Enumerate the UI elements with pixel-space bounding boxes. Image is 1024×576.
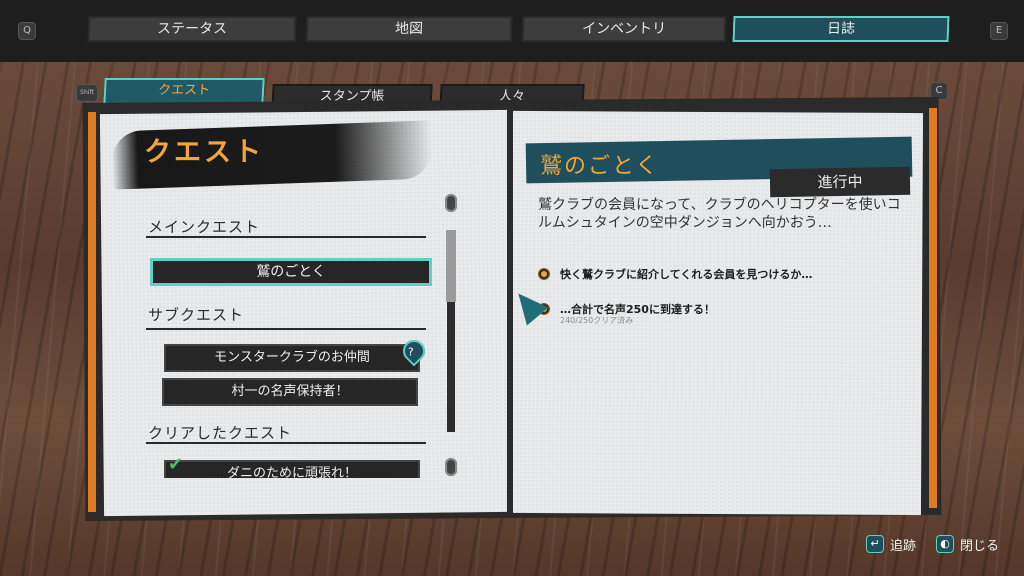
bookmark-right (929, 108, 937, 508)
checkmark-icon: ✔ (168, 454, 184, 475)
status-badge: 進行中 (769, 166, 911, 198)
cleared-quest-heading: クリアしたクエスト (148, 424, 293, 442)
page-title: クエスト (144, 137, 264, 168)
tab-journal[interactable]: 日誌 (732, 16, 950, 42)
track-hint[interactable]: ↵ 追跡 (866, 533, 916, 555)
quest-title: 鷲のごとく (540, 154, 660, 179)
tab-map[interactable]: 地図 (305, 16, 513, 42)
objective-progress: 240/250クリア済み (560, 316, 634, 325)
sub-quest-heading: サブクエスト (148, 306, 245, 324)
tab-inventory[interactable]: インベントリ (521, 16, 727, 42)
quest-item-sub[interactable]: モンスタークラブのお仲間 (164, 344, 420, 372)
quest-item-sub[interactable]: 村一の名声保持者！ (162, 378, 418, 406)
divider (146, 236, 426, 238)
close-label: 閉じる (960, 538, 1000, 554)
main-quest-heading: メインクエスト (148, 218, 261, 236)
top-nav-bar: Q ステータス 地図 インベントリ 日誌 E (0, 0, 1024, 62)
book-spine (507, 108, 513, 514)
scrollbar-thumb[interactable] (446, 230, 456, 302)
mouse-icon: ◐ (936, 535, 954, 553)
key-hint-q: Q (18, 22, 36, 40)
key-hint-e: E (990, 22, 1008, 40)
mouse-scroll-up-icon (445, 194, 457, 212)
objective-bullet-icon (538, 268, 550, 280)
bookmark-left (88, 112, 96, 512)
close-hint[interactable]: ◐ 閉じる (936, 533, 999, 555)
quest-description: 鷲クラブの会員になって、クラブのヘリコプターを使いコルムシュタインの空中ダンジョ… (538, 197, 901, 231)
mouse-scroll-down-icon (445, 458, 457, 476)
track-label: 追跡 (890, 538, 917, 554)
divider (146, 328, 426, 330)
tab-status[interactable]: ステータス (87, 16, 297, 42)
objective-text: 快く鷲クラブに紹介してくれる会員を見つけるか… (560, 268, 813, 281)
pin-glyph: ? (407, 345, 414, 359)
quest-item-cleared[interactable]: ダニのために頑張れ！ (164, 460, 420, 478)
cleared-quest-clip: ダニのために頑張れ！ (164, 458, 420, 478)
quest-item-main[interactable]: 鷲のごとく (150, 258, 432, 286)
divider (146, 442, 426, 444)
enter-key-icon: ↵ (866, 535, 884, 553)
key-hint-shift: Shift (76, 84, 98, 102)
